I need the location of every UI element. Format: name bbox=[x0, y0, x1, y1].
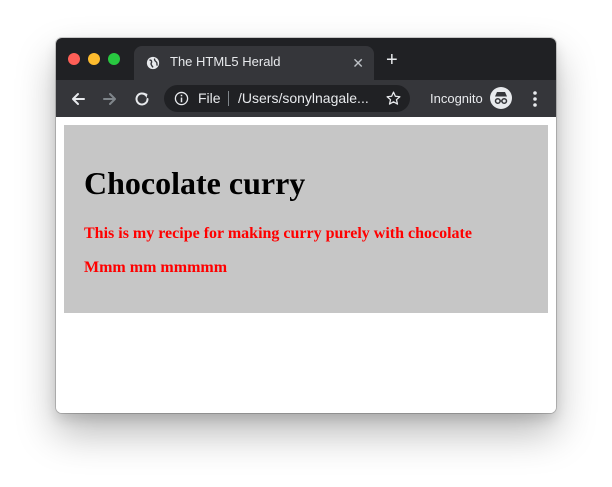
globe-icon bbox=[146, 56, 160, 70]
browser-window: The HTML5 Herald ✕ + File /Users/sonylna… bbox=[56, 38, 556, 413]
page-heading: Chocolate curry bbox=[84, 165, 306, 201]
forward-arrow-icon[interactable] bbox=[100, 89, 120, 109]
browser-toolbar: File /Users/sonylnagale... Incognito bbox=[56, 80, 556, 117]
content-panel: Chocolate curry This is my recipe for ma… bbox=[64, 125, 548, 313]
kebab-menu-icon[interactable] bbox=[528, 89, 542, 109]
reload-icon[interactable] bbox=[132, 89, 152, 109]
tab-the-html5-herald[interactable]: The HTML5 Herald ✕ bbox=[134, 46, 374, 80]
tab-title: The HTML5 Herald bbox=[170, 54, 281, 69]
tab-strip: The HTML5 Herald ✕ + bbox=[56, 38, 556, 80]
window-close-button[interactable] bbox=[68, 53, 80, 65]
back-arrow-icon[interactable] bbox=[68, 89, 88, 109]
url-scheme: File bbox=[198, 90, 221, 106]
window-minimize-button[interactable] bbox=[88, 53, 100, 65]
desktop-background: The HTML5 Herald ✕ + File /Users/sonylna… bbox=[0, 0, 612, 487]
page-viewport: Chocolate curry This is my recipe for ma… bbox=[56, 117, 556, 413]
window-maximize-button[interactable] bbox=[108, 53, 120, 65]
star-icon[interactable] bbox=[385, 90, 402, 107]
address-bar[interactable]: File /Users/sonylnagale... bbox=[164, 85, 410, 112]
info-icon[interactable] bbox=[174, 91, 189, 106]
plus-icon[interactable]: + bbox=[386, 50, 398, 70]
omnibox-divider bbox=[228, 91, 229, 106]
close-icon[interactable]: ✕ bbox=[352, 54, 364, 72]
incognito-icon[interactable] bbox=[490, 87, 512, 109]
recipe-exclamation: Mmm mm mmmmm bbox=[84, 259, 228, 276]
incognito-label: Incognito bbox=[430, 91, 483, 106]
url-text[interactable]: /Users/sonylnagale... bbox=[238, 90, 378, 106]
recipe-description: This is my recipe for making curry purel… bbox=[84, 225, 472, 242]
